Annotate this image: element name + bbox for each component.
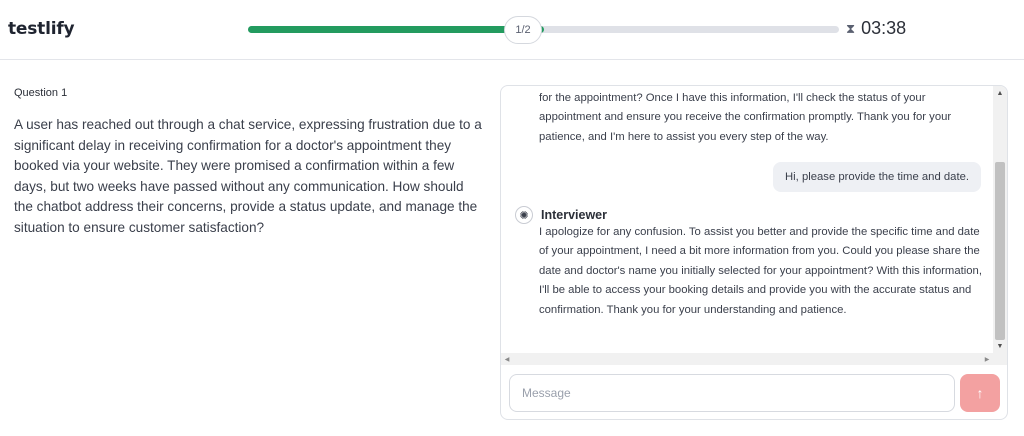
header: testlify 1/2 ⧗ 03:38 (0, 0, 1024, 60)
arrow-up-icon: ↑ (976, 385, 984, 401)
question-text: A user has reached out through a chat se… (14, 117, 482, 235)
scroll-down-icon[interactable]: ▼ (993, 339, 1007, 353)
logo: testlify (8, 19, 75, 39)
question-label: Question 1 (14, 87, 68, 99)
scroll-right-icon[interactable]: ▶ (981, 353, 993, 365)
scroll-left-icon[interactable]: ◀ (501, 353, 513, 365)
interviewer-message: I apologize for any confusion. To assist… (539, 226, 982, 316)
progress-label: 1/2 (504, 16, 542, 44)
horizontal-scrollbar[interactable]: ◀ ▶ (501, 353, 1007, 365)
timer-value: 03:38 (861, 18, 907, 38)
message-input[interactable] (509, 374, 955, 412)
scrollbar-thumb[interactable] (995, 162, 1005, 340)
interviewer-header: ✺ Interviewer (515, 206, 607, 224)
progress-bar (248, 26, 839, 33)
progress-fill (248, 26, 544, 33)
bot-avatar-icon: ✺ (515, 206, 533, 224)
hourglass-icon: ⧗ (846, 20, 856, 36)
send-button[interactable]: ↑ (960, 374, 1000, 412)
chat-messages: for the appointment? Once I have this in… (501, 86, 993, 353)
vertical-scrollbar[interactable]: ▲ ▼ (993, 86, 1007, 353)
chat-panel: for the appointment? Once I have this in… (500, 85, 1008, 420)
interviewer-message: for the appointment? Once I have this in… (539, 92, 952, 143)
interviewer-name: Interviewer (541, 208, 608, 222)
scroll-up-icon[interactable]: ▲ (993, 86, 1007, 100)
user-message: Hi, please provide the time and date. (773, 162, 981, 192)
timer: ⧗ 03:38 (846, 18, 906, 39)
